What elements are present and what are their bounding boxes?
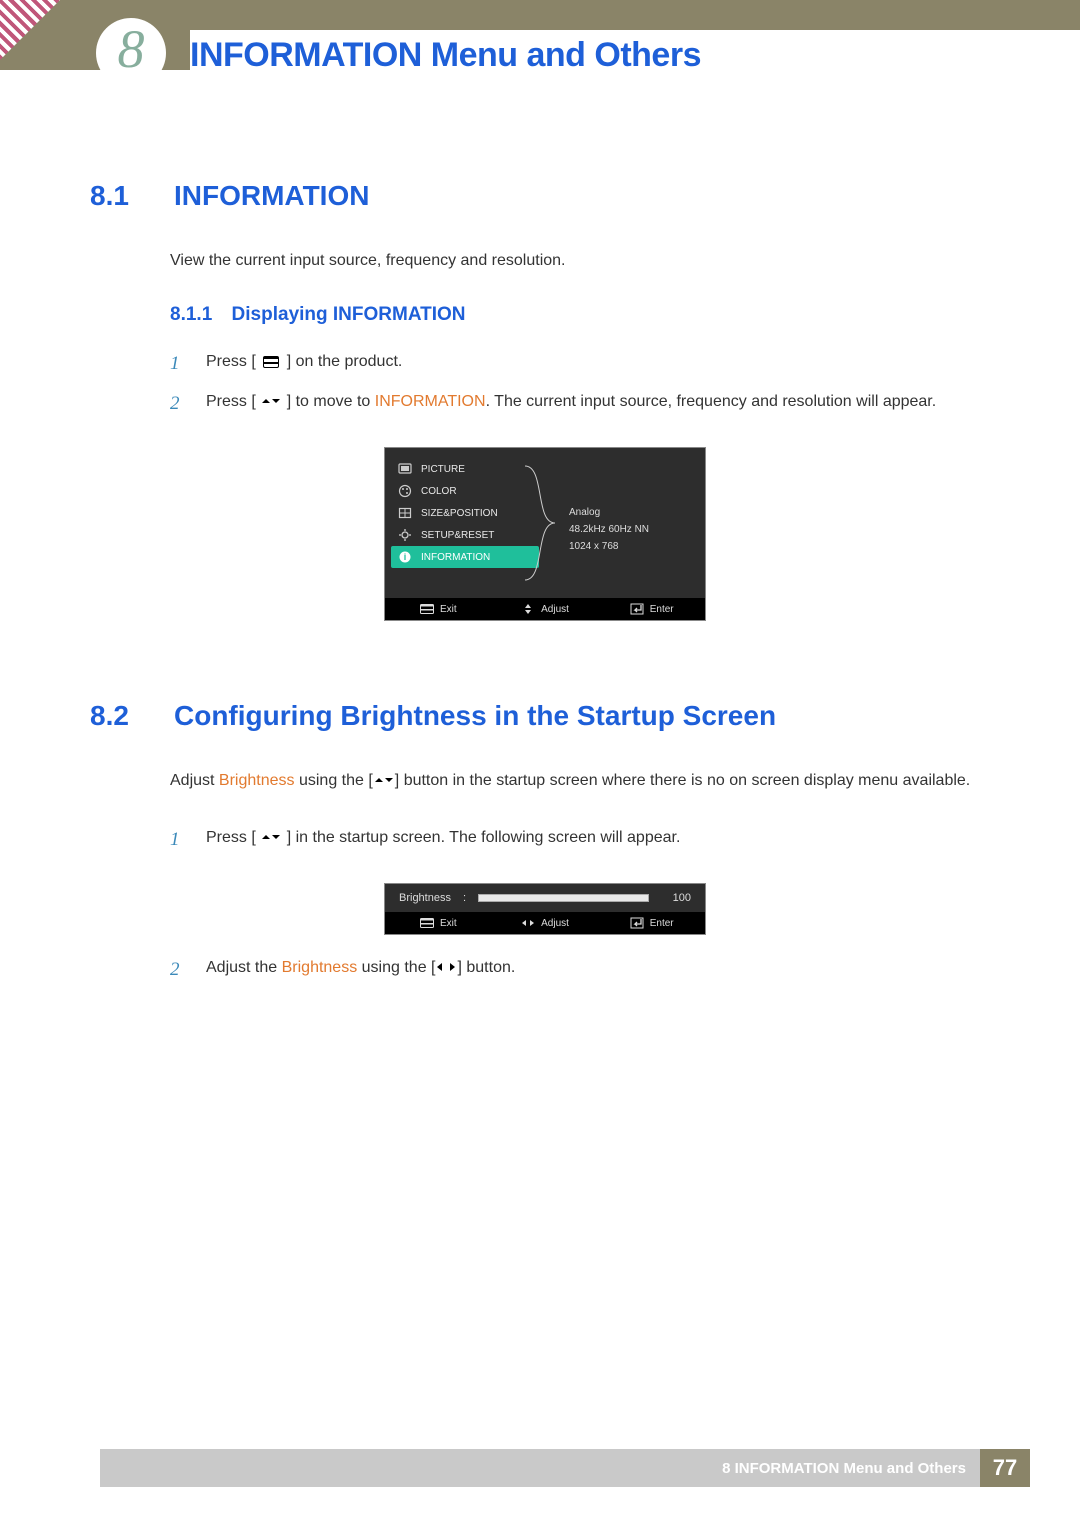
osd-item-sizeposition: SIZE&POSITION (391, 502, 539, 524)
step-text: ] in the startup screen. The following s… (287, 829, 681, 846)
osd-bracket-line (523, 460, 563, 586)
enter-icon (630, 917, 644, 929)
section-intro-8-1: View the current input source, frequency… (170, 248, 1000, 274)
section-heading-8-1: 8.1 INFORMATION (90, 180, 1000, 212)
osd-item-setupreset: SETUP&RESET (391, 524, 539, 546)
step-number: 1 (170, 348, 190, 380)
subsection-heading-8-1-1: 8.1.1 Displaying INFORMATION (170, 304, 1000, 326)
step-text: using the [ (357, 959, 435, 976)
osd-footer-exit: Exit (440, 604, 457, 615)
section-intro-8-2: Adjust Brightness using the [ ] button in… (170, 768, 1000, 794)
brightness-bar (478, 894, 649, 902)
step-number: 2 (170, 388, 190, 420)
brightness-colon: : (463, 892, 466, 904)
osd-info-line: 48.2kHz 60Hz NN (569, 521, 701, 538)
step-text: Press [ (206, 353, 256, 370)
menu-button-icon (260, 354, 282, 370)
step-1: 1 Press [ ] on the product. (170, 348, 1000, 380)
step-text: . The current input source, frequency an… (486, 393, 937, 410)
section-number: 8.1 (90, 180, 148, 212)
subsection-number: 8.1.1 (170, 304, 212, 325)
brightness-osd: Brightness : 100 Exit Adjust Enter (385, 884, 705, 934)
highlight-information: INFORMATION (375, 393, 486, 410)
intro-text: Adjust (170, 772, 219, 789)
highlight-brightness: Brightness (219, 772, 295, 789)
up-down-arrow-icon (260, 393, 282, 409)
page-footer: 8 INFORMATION Menu and Others 77 (100, 1449, 1030, 1487)
osd-item-information: i INFORMATION (391, 546, 539, 568)
menu-button-icon (420, 918, 434, 928)
osd-menu-list: PICTURE COLOR SIZE&POSITION (385, 448, 545, 598)
osd-item-picture: PICTURE (391, 458, 539, 480)
osd-item-label: SIZE&POSITION (421, 508, 498, 519)
step-2: 2 Press [ ] to move to INFORMATION. The … (170, 388, 1000, 420)
osd-item-label: SETUP&RESET (421, 530, 494, 541)
chapter-number: 8 (118, 18, 145, 80)
section-number: 8.2 (90, 700, 148, 732)
header-stripes (0, 0, 60, 60)
osd-item-label: INFORMATION (421, 552, 490, 563)
intro-text: ] button in the startup screen where the… (395, 772, 970, 789)
step-text: ] on the product. (287, 353, 403, 370)
up-down-arrow-icon (521, 603, 535, 615)
gear-icon (397, 528, 413, 542)
osd-screenshot: PICTURE COLOR SIZE&POSITION (385, 448, 705, 620)
osd-info-line: 1024 x 768 (569, 538, 701, 555)
osd-item-color: COLOR (391, 480, 539, 502)
osd-footer-adjust: Adjust (541, 918, 569, 929)
up-down-arrow-icon (260, 829, 282, 845)
left-right-arrow-icon (435, 959, 457, 975)
brightness-footer: Exit Adjust Enter (385, 912, 705, 934)
osd-info-panel: Analog 48.2kHz 60Hz NN 1024 x 768 (545, 448, 705, 598)
chapter-number-tab: 8 (96, 18, 166, 88)
osd-footer: Exit Adjust Enter (385, 598, 705, 620)
step-number: 1 (170, 824, 190, 856)
left-right-arrow-icon (521, 917, 535, 929)
section-title: INFORMATION (174, 180, 369, 212)
step-number: 2 (170, 954, 190, 986)
intro-text: using the [ (295, 772, 373, 789)
page-number: 77 (980, 1449, 1030, 1487)
step-text: Press [ (206, 393, 256, 410)
steps-8-2-b: 2 Adjust the Brightness using the [ ] but… (170, 954, 1000, 986)
step-text: Adjust the (206, 959, 282, 976)
osd-info-line: Analog (569, 504, 701, 521)
color-palette-icon (397, 484, 413, 498)
brightness-label: Brightness (399, 892, 451, 904)
subsection-title: Displaying INFORMATION (232, 304, 466, 325)
info-icon: i (397, 550, 413, 564)
up-down-arrow-icon (373, 772, 395, 788)
osd-footer-enter: Enter (650, 918, 674, 929)
section-title: Configuring Brightness in the Startup Sc… (174, 700, 776, 732)
step-2: 2 Adjust the Brightness using the [ ] but… (170, 954, 1000, 986)
picture-icon (397, 462, 413, 476)
brightness-value: 100 (661, 892, 691, 904)
chapter-header: 8 INFORMATION Menu and Others (0, 0, 1080, 70)
osd-footer-enter: Enter (650, 604, 674, 615)
step-text: Press [ (206, 829, 256, 846)
osd-footer-exit: Exit (440, 918, 457, 929)
step-1: 1 Press [ ] in the startup screen. The f… (170, 824, 1000, 856)
step-text: ] to move to (287, 393, 375, 410)
osd-item-label: COLOR (421, 486, 457, 497)
osd-footer-adjust: Adjust (541, 604, 569, 615)
step-text: ] button. (457, 959, 515, 976)
enter-icon (630, 603, 644, 615)
section-heading-8-2: 8.2 Configuring Brightness in the Startu… (90, 700, 1000, 732)
menu-button-icon (420, 604, 434, 614)
svg-text:i: i (404, 552, 407, 562)
size-position-icon (397, 506, 413, 520)
osd-item-label: PICTURE (421, 464, 465, 475)
steps-8-2: 1 Press [ ] in the startup screen. The f… (170, 824, 1000, 856)
footer-chapter-ref: 8 INFORMATION Menu and Others (708, 1449, 980, 1487)
highlight-brightness: Brightness (282, 959, 358, 976)
chapter-title: INFORMATION Menu and Others (190, 30, 1080, 75)
steps-8-1-1: 1 Press [ ] on the product. 2 Press [ ] … (170, 348, 1000, 421)
